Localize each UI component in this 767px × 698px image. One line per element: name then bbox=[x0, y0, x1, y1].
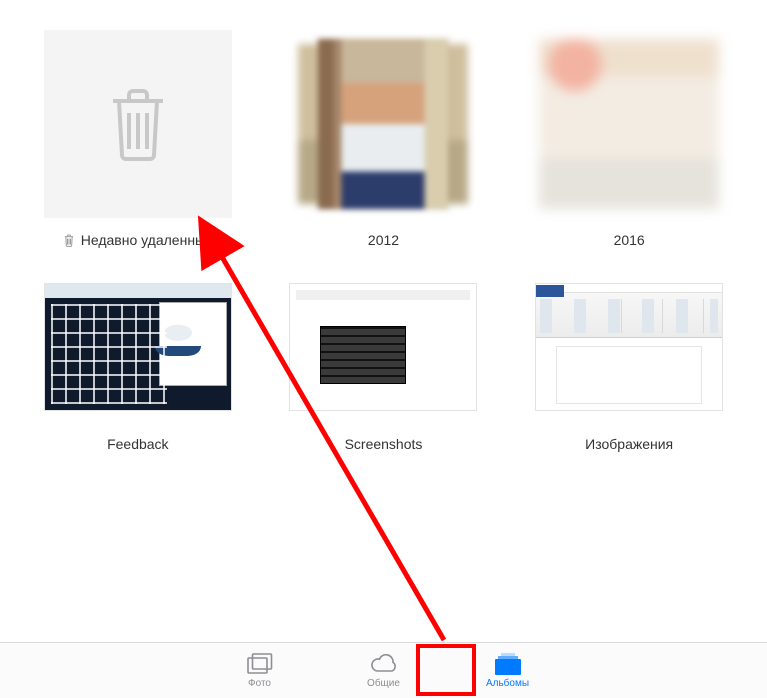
album-label: Изображения bbox=[585, 436, 673, 452]
tab-shared[interactable]: Общие bbox=[354, 652, 414, 689]
album-label-text: 2012 bbox=[368, 232, 399, 248]
album-thumbnail bbox=[44, 30, 232, 218]
tab-bar: Фото Общие Альбомы bbox=[0, 642, 767, 698]
album-label-text: Screenshots bbox=[345, 436, 423, 452]
tab-label: Общие bbox=[367, 678, 400, 689]
album-images[interactable]: Изображения bbox=[521, 272, 737, 452]
album-label: 2012 bbox=[368, 232, 399, 248]
albums-icon bbox=[495, 652, 521, 676]
album-thumbnail bbox=[44, 272, 232, 422]
album-label: Screenshots bbox=[345, 436, 423, 452]
tab-albums[interactable]: Альбомы bbox=[478, 652, 538, 689]
album-recently-deleted[interactable]: Недавно удаленные bbox=[30, 30, 246, 248]
album-thumbnail bbox=[535, 30, 723, 218]
album-label: Feedback bbox=[107, 436, 168, 452]
trash-icon bbox=[63, 234, 75, 247]
album-thumbnail bbox=[535, 272, 723, 422]
album-label-text: 2016 bbox=[614, 232, 645, 248]
album-thumbnail bbox=[289, 30, 477, 218]
album-2016[interactable]: 2016 bbox=[521, 30, 737, 248]
album-label-text: Недавно удаленные bbox=[81, 232, 213, 248]
tab-photos[interactable]: Фото bbox=[230, 652, 290, 689]
album-label-text: Изображения bbox=[585, 436, 673, 452]
trash-icon bbox=[105, 85, 171, 163]
album-thumbnail bbox=[289, 272, 477, 422]
tab-label: Фото bbox=[248, 678, 271, 689]
tab-label: Альбомы bbox=[486, 678, 529, 689]
photos-stack-icon bbox=[247, 652, 273, 676]
album-label: 2016 bbox=[614, 232, 645, 248]
album-feedback[interactable]: Feedback bbox=[30, 272, 246, 452]
album-label: Недавно удаленные bbox=[63, 232, 213, 248]
album-label-text: Feedback bbox=[107, 436, 168, 452]
cloud-icon bbox=[369, 652, 399, 676]
album-2012[interactable]: 2012 bbox=[276, 30, 492, 248]
albums-grid: Недавно удаленные 2012 2016 Feedback bbox=[0, 0, 767, 452]
album-screenshots[interactable]: Screenshots bbox=[276, 272, 492, 452]
